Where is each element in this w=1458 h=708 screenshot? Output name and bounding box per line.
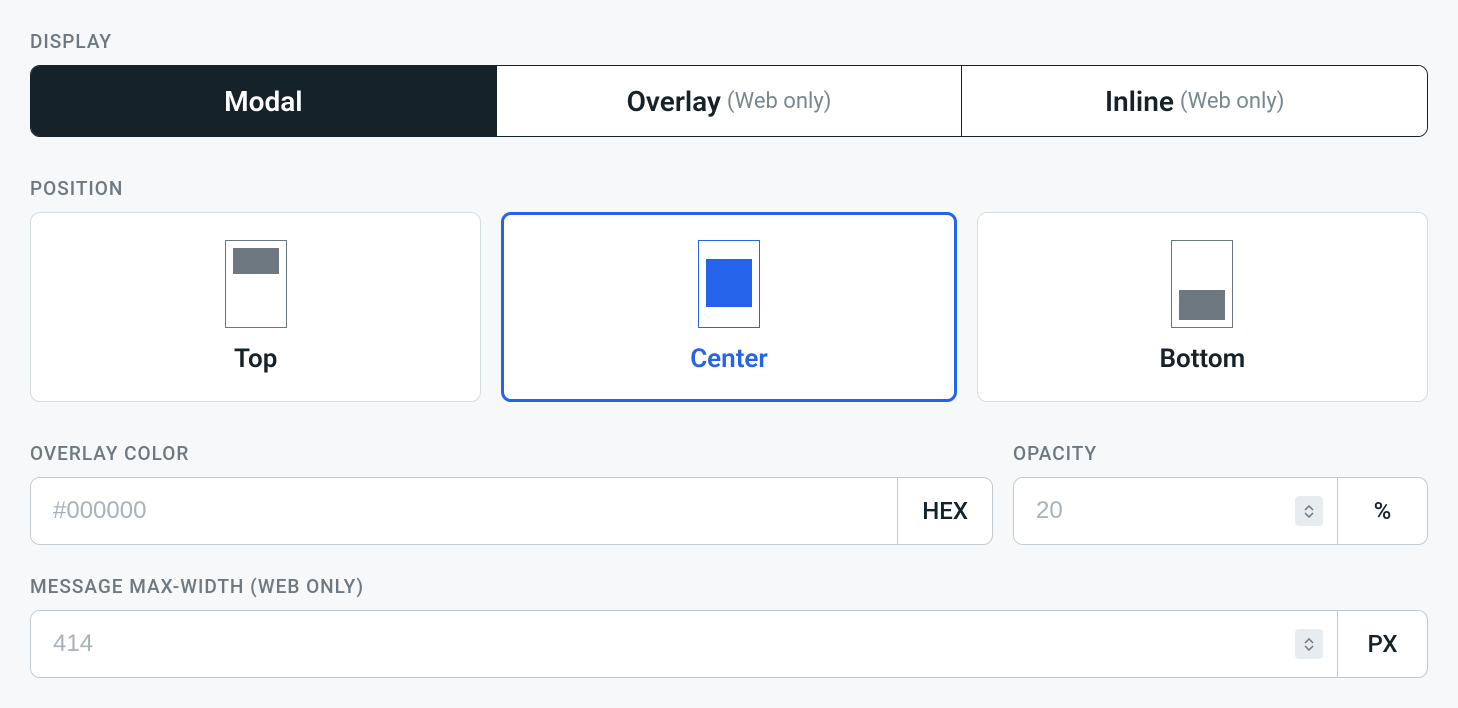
chevron-down-icon xyxy=(1304,512,1314,518)
chevron-up-icon xyxy=(1304,505,1314,511)
overlay-color-suffix: HEX xyxy=(897,478,992,544)
max-width-input-wrap: PX xyxy=(30,610,1428,678)
chevron-up-icon xyxy=(1304,638,1314,644)
position-thumb-icon xyxy=(698,240,760,328)
max-width-stepper[interactable] xyxy=(1295,629,1323,659)
overlay-color-input-wrap: HEX xyxy=(30,477,993,545)
display-tab-modal[interactable]: Modal xyxy=(31,66,497,136)
chevron-down-icon xyxy=(1304,645,1314,651)
display-tab-inline[interactable]: Inline (Web only) xyxy=(962,66,1427,136)
overlay-color-label: OVERLAY COLOR xyxy=(30,442,993,465)
opacity-input-wrap: % xyxy=(1013,477,1428,545)
max-width-label: MESSAGE MAX-WIDTH (WEB ONLY) xyxy=(30,575,1428,598)
position-option-label: Top xyxy=(234,344,277,374)
display-tab-label: Inline xyxy=(1105,85,1174,118)
opacity-label: OPACITY xyxy=(1013,442,1428,465)
position-thumb-icon xyxy=(225,240,287,328)
position-thumb-icon xyxy=(1171,240,1233,328)
position-option-top[interactable]: Top xyxy=(30,212,481,402)
opacity-suffix: % xyxy=(1337,478,1427,544)
display-tab-label: Overlay xyxy=(627,85,721,118)
display-section-label: DISPLAY xyxy=(30,30,1428,53)
max-width-suffix: PX xyxy=(1337,611,1427,677)
position-section-label: POSITION xyxy=(30,177,1428,200)
position-option-label: Center xyxy=(690,344,768,374)
opacity-stepper[interactable] xyxy=(1295,496,1323,526)
max-width-input[interactable] xyxy=(31,611,1295,677)
position-option-center[interactable]: Center xyxy=(501,212,956,402)
display-tab-sublabel: (Web only) xyxy=(1180,89,1285,114)
position-options: Top Center Bottom xyxy=(30,212,1428,402)
display-tab-sublabel: (Web only) xyxy=(727,89,832,114)
position-option-label: Bottom xyxy=(1159,344,1245,374)
opacity-input[interactable] xyxy=(1014,478,1295,544)
display-tab-overlay[interactable]: Overlay (Web only) xyxy=(497,66,963,136)
display-tab-label: Modal xyxy=(224,85,302,118)
position-option-bottom[interactable]: Bottom xyxy=(977,212,1428,402)
overlay-color-input[interactable] xyxy=(31,478,897,544)
display-tabs: Modal Overlay (Web only) Inline (Web onl… xyxy=(30,65,1428,137)
